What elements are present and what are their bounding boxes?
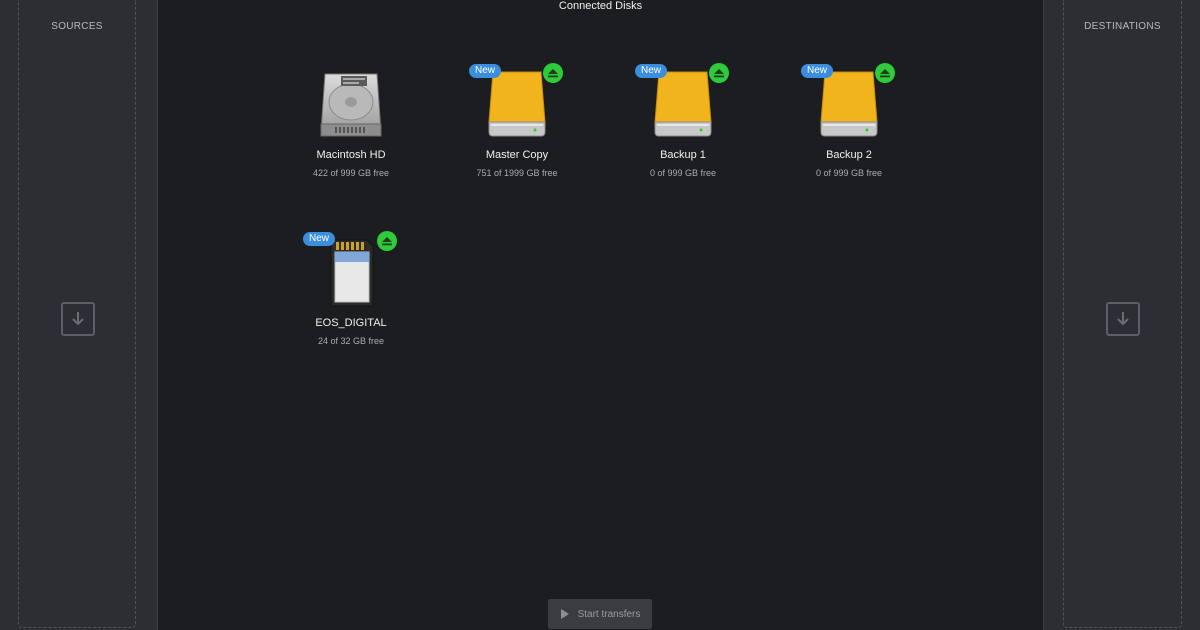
sources-title: SOURCES [51,21,103,32]
disk-backup-2[interactable]: New Backup 2 0 of 999 GB free [774,63,924,179]
start-transfers-label: Start transfers [577,608,641,620]
external-drive-icon: New [801,63,895,148]
download-arrow-icon [72,312,84,326]
disk-free-space: 24 of 32 GB free [317,336,385,346]
eject-button[interactable] [875,63,895,83]
destinations-panel: DESTINATIONS [1043,0,1200,630]
disk-free-space: 0 of 999 GB free [649,168,717,178]
disk-name: Macintosh HD [316,149,386,161]
sources-dropzone[interactable]: SOURCES [18,0,136,628]
disk-name: Backup 2 [826,149,872,161]
download-arrow-icon [1117,312,1129,326]
page-title: Connected Disks [558,0,643,12]
start-transfers-button[interactable]: Start transfers [548,599,652,629]
eject-button[interactable] [377,231,397,251]
eject-button[interactable] [709,63,729,83]
eject-icon [382,237,392,246]
sources-panel: SOURCES [0,0,158,630]
eject-icon [880,69,890,78]
sources-download-arrow-icon[interactable] [61,302,95,336]
new-badge: New [801,64,834,78]
external-drive-icon: New [635,63,729,148]
disk-eos-digital[interactable]: New EOS_DIGITAL 24 of 32 GB free [276,231,426,347]
new-badge: New [303,232,336,246]
destinations-title: DESTINATIONS [1084,21,1161,32]
disk-backup-1[interactable]: New Backup 1 0 of 999 GB free [608,63,758,179]
disk-free-space: 0 of 999 GB free [815,168,883,178]
destinations-dropzone[interactable]: DESTINATIONS [1063,0,1182,628]
app-window: SOURCES Connected Disks Macintosh HD 422… [0,0,1200,630]
connected-disks-area: Connected Disks Macintosh HD 422 of 999 … [158,0,1043,630]
destinations-download-arrow-icon[interactable] [1106,302,1140,336]
eject-icon [548,69,558,78]
play-icon [560,609,569,619]
disk-macintosh-hd[interactable]: Macintosh HD 422 of 999 GB free [276,68,426,179]
disk-name: EOS_DIGITAL [315,317,387,329]
new-badge: New [635,64,668,78]
eject-button[interactable] [543,63,563,83]
disk-name: Backup 1 [660,149,706,161]
disk-master-copy[interactable]: New Master Copy 751 of 1999 GB free [442,63,592,179]
disk-name: Master Copy [485,149,549,161]
eject-icon [714,69,724,78]
external-drive-icon: New [469,63,563,148]
disk-free-space: 751 of 1999 GB free [476,168,558,178]
sd-card-icon: New [303,231,397,316]
internal-hdd-icon [311,68,391,148]
disk-free-space: 422 of 999 GB free [312,168,390,178]
new-badge: New [469,64,502,78]
